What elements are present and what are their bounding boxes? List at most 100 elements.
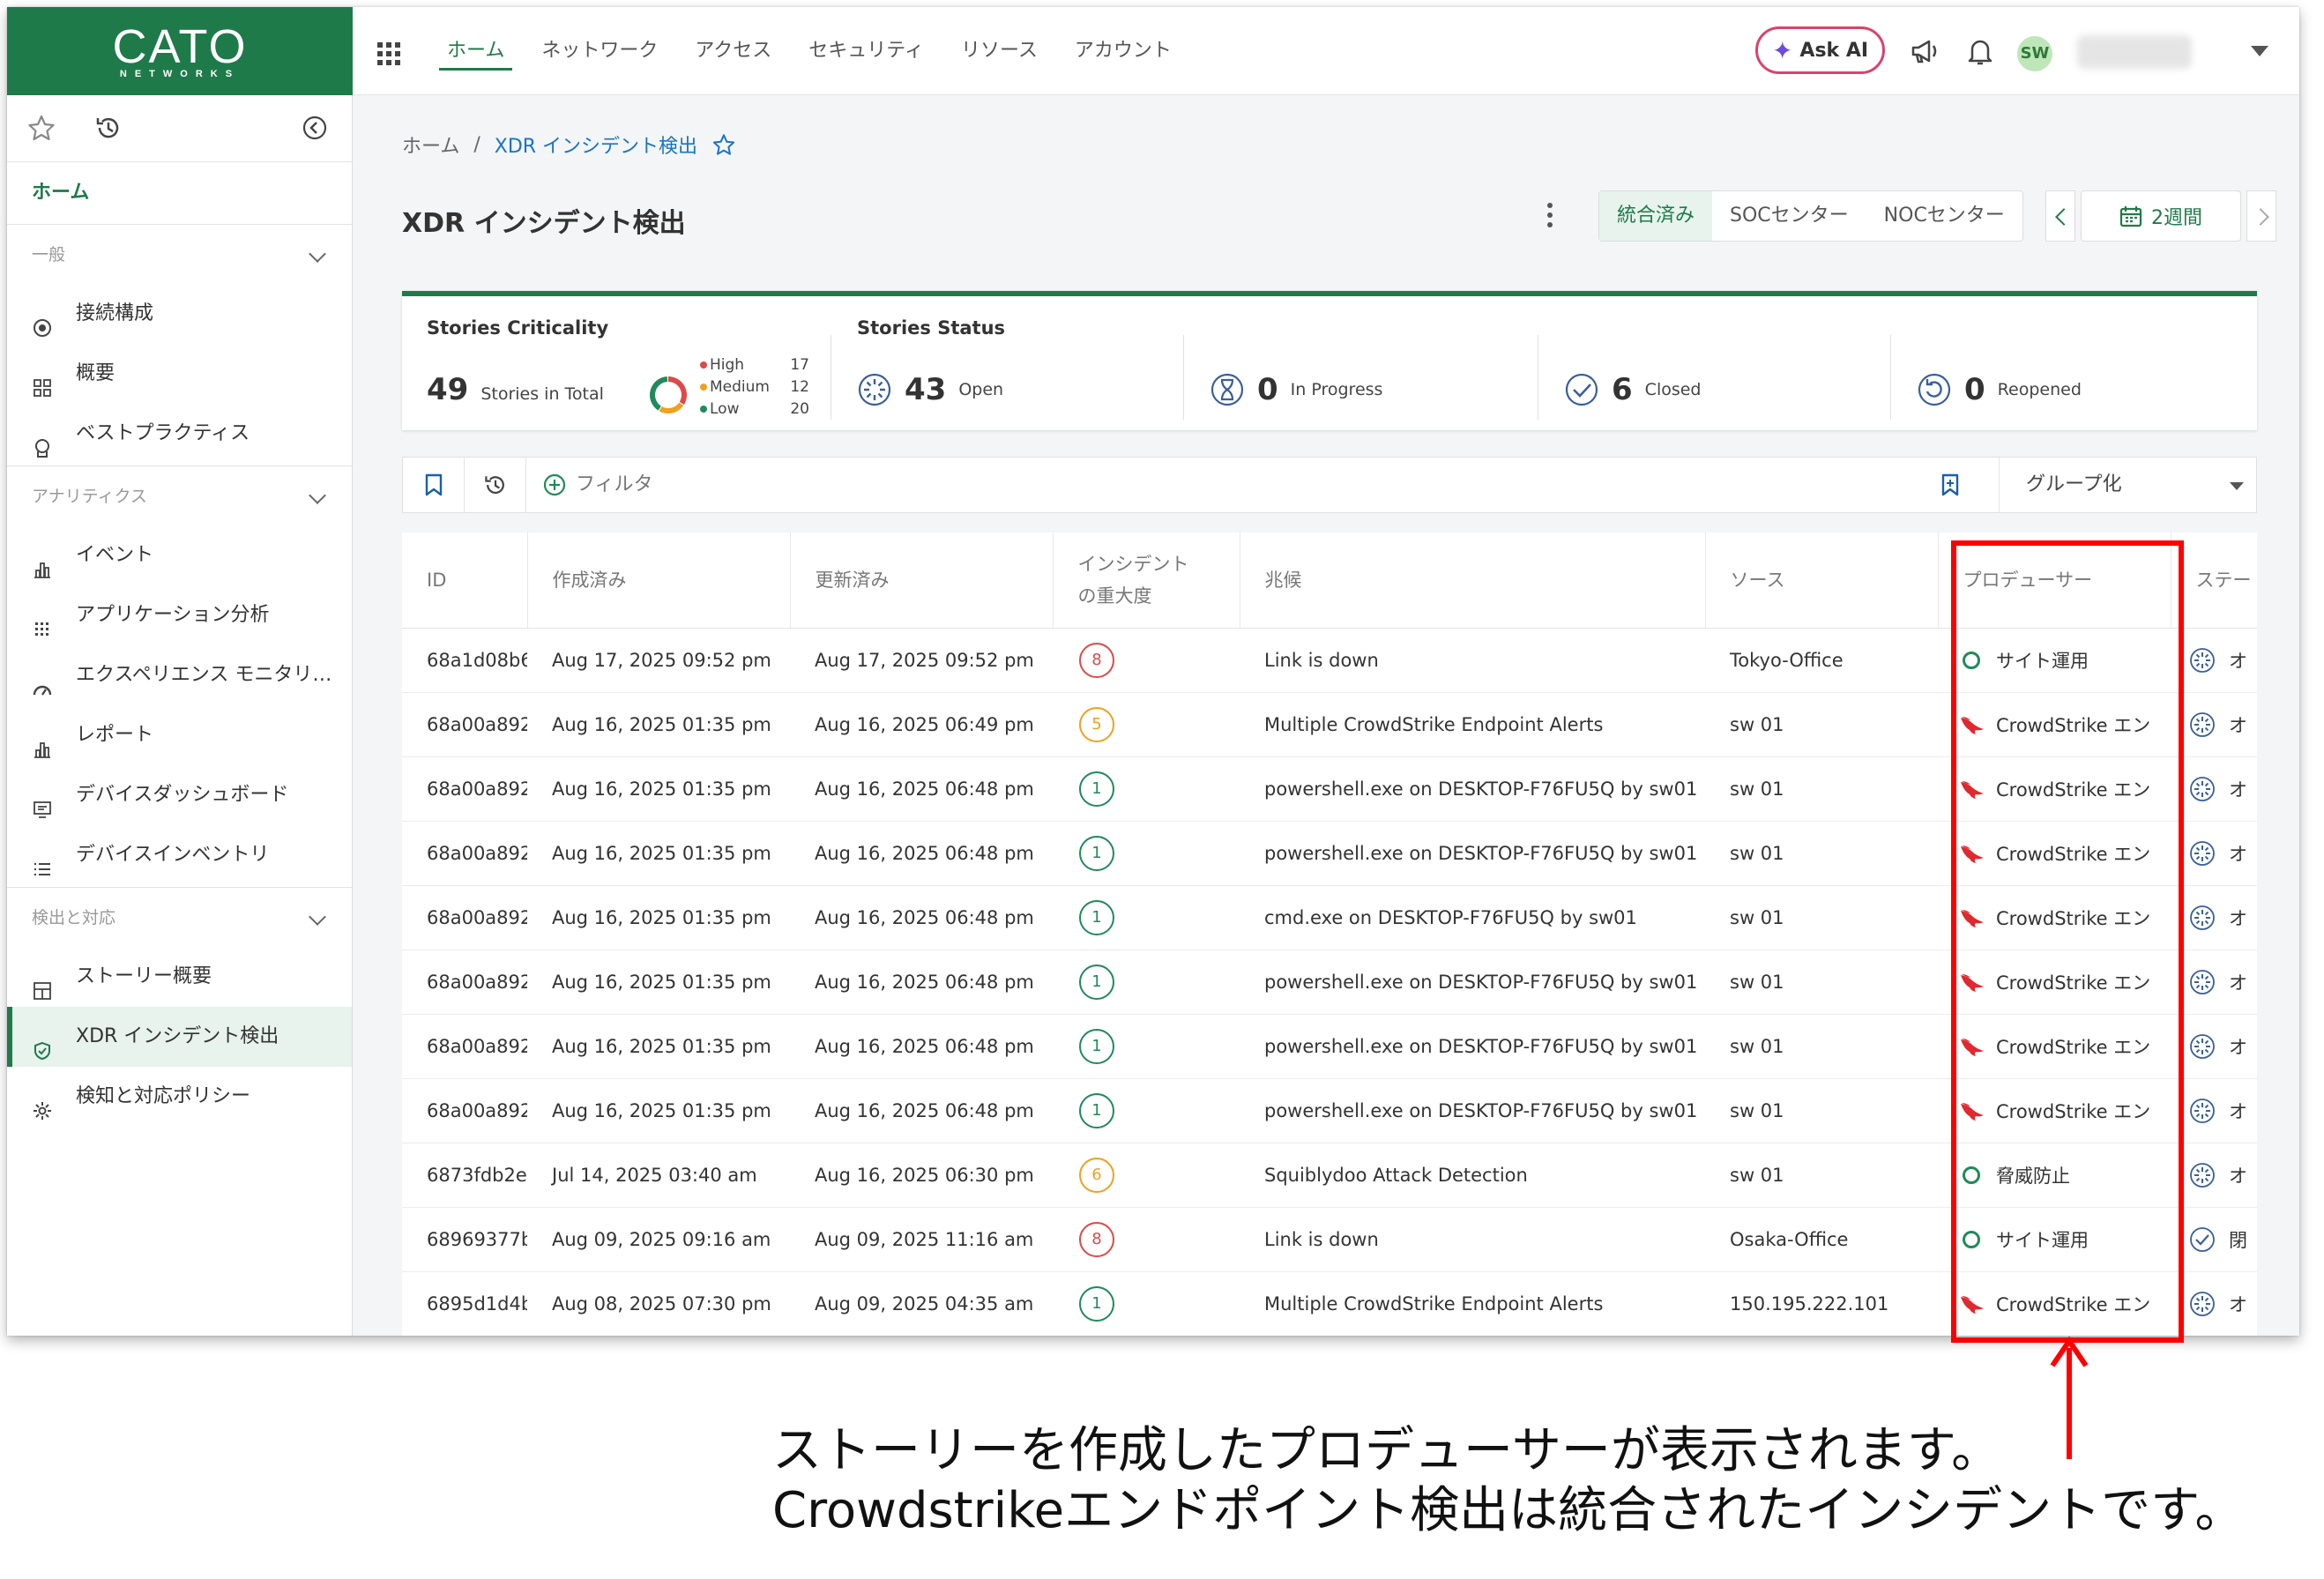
cell-source: sw 01 [1705,756,1938,822]
severity-badge: 1 [1079,964,1114,1000]
user-name-blurred[interactable] [2077,35,2192,69]
nav-item-1[interactable]: ネットワーク [523,7,676,95]
cell-indicator[interactable]: powershell.exe on DESKTOP-F76FU5Q by sw0… [1240,950,1705,1015]
sidebar-item-2-0[interactable]: ストーリー概要 [7,947,352,1007]
column-header-label: 兆候 [1264,569,1302,591]
summary-divider [1183,335,1184,420]
status-cell-3[interactable]: 0 Reopened [1917,372,2082,407]
status-cell-2[interactable]: 6 Closed [1564,372,1702,407]
sidebar-item-label: 検知と対応ポリシー [76,1085,251,1107]
cell-indicator[interactable]: Link is down [1240,628,1705,693]
cell-severity: 8 [1053,1207,1240,1272]
bell-icon[interactable] [1964,35,1996,67]
column-header-2[interactable]: 更新済み [789,533,1053,629]
cell-indicator[interactable]: Multiple CrowdStrike Endpoint Alerts [1240,1271,1705,1336]
collapse-sidebar-icon[interactable] [300,113,330,143]
column-header-line: の重大度 [1077,585,1152,607]
status-label: Open [958,380,1004,399]
apps-grid-icon[interactable] [377,42,400,65]
cell-indicator[interactable]: powershell.exe on DESKTOP-F76FU5Q by sw0… [1240,1014,1705,1079]
cell-indicator[interactable]: powershell.exe on DESKTOP-F76FU5Q by sw0… [1240,756,1705,822]
sidebar-group-0[interactable]: 一般 [7,224,352,284]
status-cell-1[interactable]: 0 In Progress [1210,372,1382,407]
nav-item-2[interactable]: アクセス [676,7,790,95]
add-filter-button[interactable]: フィルタ [542,458,653,512]
user-dropdown-icon[interactable] [2251,46,2268,56]
cell-severity: 1 [1053,1014,1240,1079]
filter-history-button[interactable] [465,458,526,512]
nav-item-3[interactable]: セキュリティ [790,7,942,95]
cell-indicator[interactable]: powershell.exe on DESKTOP-F76FU5Q by sw0… [1240,821,1705,886]
column-header-5[interactable]: ソース [1704,533,1938,629]
cato-logo[interactable]: CATO NETWORKS [7,7,353,95]
column-header-4[interactable]: 兆候 [1239,533,1705,629]
view-tab-1[interactable]: SOCセンター [1712,191,1866,241]
previous-range-button[interactable] [2045,190,2075,242]
sidebar-toolbar [7,95,352,162]
ask-ai-button[interactable]: ✦ Ask AI [1755,26,1885,74]
legend-label: Low [710,400,740,418]
user-avatar[interactable]: SW [2017,36,2052,71]
status-open-icon [2190,1033,2215,1059]
view-tab-2[interactable]: NOCセンター [1866,191,2022,241]
group-by-label: グループ化 [2026,473,2122,495]
sidebar-item-1-5[interactable]: デバイスインベントリ [7,825,352,885]
connection-icon-svg [34,319,51,337]
breadcrumb-home-link[interactable]: ホーム [402,130,459,159]
legend-entry: Medium [700,376,770,398]
annotation-line-1: ストーリーを作成したプロデューサーが表示されます。 [772,1422,2001,1479]
save-filter-bookmark-icon[interactable] [1939,473,1962,497]
cell-updated: Aug 16, 2025 06:48 pm [790,1014,1053,1079]
cell-indicator[interactable]: Multiple CrowdStrike Endpoint Alerts [1240,692,1705,757]
status-value: 0 [1964,372,1985,407]
cell-indicator[interactable]: Link is down [1240,1207,1705,1272]
cell-source: 150.195.222.101 [1705,1271,1938,1336]
favorite-star-icon[interactable] [711,132,736,157]
cell-source: sw 01 [1705,692,1938,757]
nav-item-5[interactable]: アカウント [1056,7,1190,95]
group-by-select[interactable]: グループ化 [1999,458,2258,512]
severity-badge: 1 [1079,771,1114,807]
cell-indicator[interactable]: powershell.exe on DESKTOP-F76FU5Q by sw0… [1240,1078,1705,1143]
sidebar-item-2-2[interactable]: 検知と対応ポリシー [7,1067,352,1127]
dots-grid-icon-svg [35,622,48,636]
next-range-button[interactable] [2246,190,2276,242]
legend-value: 17 [790,356,809,374]
gear-icon [32,1086,53,1120]
sidebar-group-2[interactable]: 検出と対応 [7,887,352,947]
view-tab-0[interactable]: 統合済み [1599,191,1713,241]
column-header-3[interactable]: インシデント の重大度 [1052,533,1240,629]
sidebar-item-1-4[interactable]: デバイスダッシュボード [7,765,352,825]
status-open-icon [2190,969,2215,994]
cell-indicator[interactable]: Squiblydoo Attack Detection [1240,1143,1705,1208]
reopened-icon [1918,373,1951,406]
sidebar-item-0-1[interactable]: 概要 [7,344,352,404]
column-header-0[interactable]: ID [402,533,527,629]
sidebar-item-2-1[interactable]: XDR インシデント検出 [7,1007,352,1067]
status-label: オ [2229,1036,2247,1058]
sidebar-item-1-0[interactable]: イベント [7,525,352,585]
sidebar-item-1-3[interactable]: レポート [7,705,352,765]
breadcrumb-current: XDR インシデント検出 [494,136,698,158]
severity-badge: 1 [1079,835,1114,871]
nav-item-4[interactable]: リソース [942,7,1056,95]
cell-indicator[interactable]: cmd.exe on DESKTOP-F76FU5Q by sw01 [1240,885,1705,950]
in-progress-hourglass-icon [1210,373,1244,406]
megaphone-icon[interactable] [1909,35,1940,67]
more-options-icon[interactable] [1547,203,1554,231]
sidebar-item-1-1[interactable]: アプリケーション分析 [7,585,352,645]
star-icon[interactable] [26,113,56,143]
nav-item-0[interactable]: ホーム [428,7,523,95]
date-range-label: 2週間 [2151,207,2202,229]
sidebar-item-0-0[interactable]: 接続構成 [7,284,352,344]
sidebar-item-0-2[interactable]: ベストプラクティス [7,404,352,464]
history-icon[interactable] [93,113,123,143]
sidebar-group-1[interactable]: アナリティクス [7,466,352,525]
column-header-1[interactable]: 作成済み [526,533,790,629]
sidebar-item-1-2[interactable]: エクスペリエンス モニタリ… [7,645,352,705]
sidebar-home[interactable]: ホーム [7,162,352,224]
cell-severity: 1 [1053,885,1240,950]
status-cell-0[interactable]: 43 Open [857,372,1003,407]
saved-filters-button[interactable] [403,458,465,512]
date-range-button[interactable]: 2週間 [2081,190,2241,242]
